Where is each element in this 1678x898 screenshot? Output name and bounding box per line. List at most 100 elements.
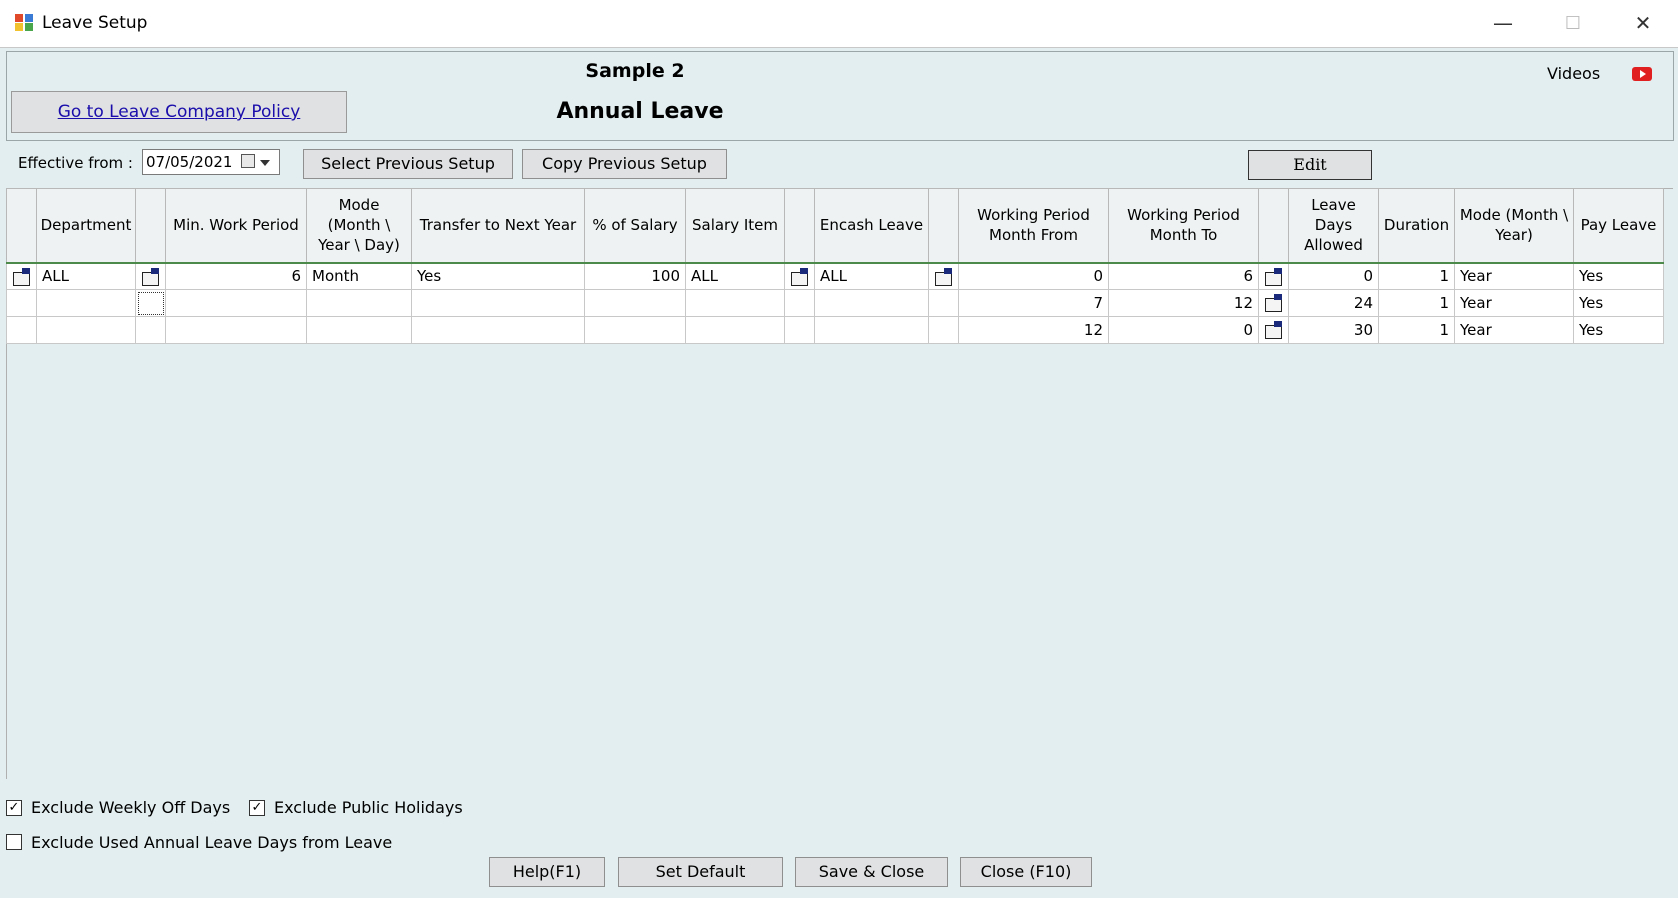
department-picker[interactable] xyxy=(135,289,166,317)
cell-leave-days[interactable]: 30 xyxy=(1288,316,1379,344)
chevron-down-icon[interactable] xyxy=(260,160,270,166)
lookup-icon[interactable] xyxy=(790,267,810,286)
header-pct-salary[interactable]: % of Salary xyxy=(584,188,686,263)
cell-salary-item[interactable] xyxy=(685,316,785,344)
cell-department[interactable] xyxy=(36,316,136,344)
salary-item-picker[interactable] xyxy=(784,261,815,290)
cell-salary-item[interactable]: ALL xyxy=(685,261,785,290)
cell-wp-from[interactable]: 0 xyxy=(958,261,1109,290)
department-picker[interactable] xyxy=(135,261,166,290)
cell-transfer[interactable]: Yes xyxy=(411,261,585,290)
exclude-used-annual-label[interactable]: Exclude Used Annual Leave Days from Leav… xyxy=(31,833,392,852)
cell-leave-days[interactable]: 0 xyxy=(1288,261,1379,290)
save-close-button[interactable]: Save & Close xyxy=(795,857,948,887)
table-row[interactable]: ALL 6 Month Yes 100 ALL ALL 0 6 0 1 Year… xyxy=(6,261,1664,290)
cell-encash[interactable]: ALL xyxy=(814,261,929,290)
header-mode-my[interactable]: Mode (Month \ Year) xyxy=(1454,188,1574,263)
salary-item-picker[interactable] xyxy=(784,289,815,317)
close-window-button[interactable]: ✕ xyxy=(1608,0,1678,47)
exclude-public-holidays-label[interactable]: Exclude Public Holidays xyxy=(274,798,463,817)
header-encash[interactable]: Encash Leave xyxy=(814,188,929,263)
table-row[interactable]: 7 12 24 1 Year Yes xyxy=(6,289,1664,317)
lookup-icon[interactable] xyxy=(1264,321,1284,340)
cell-duration[interactable]: 1 xyxy=(1378,316,1455,344)
row-selector[interactable] xyxy=(6,316,37,344)
cell-duration[interactable]: 1 xyxy=(1378,261,1455,290)
select-previous-setup-button[interactable]: Select Previous Setup xyxy=(303,149,513,179)
header-wp-to[interactable]: Working Period Month To xyxy=(1108,188,1259,263)
table-row[interactable]: 12 0 30 1 Year Yes xyxy=(6,316,1664,344)
salary-item-picker[interactable] xyxy=(784,316,815,344)
header-salary-item[interactable]: Salary Item xyxy=(685,188,785,263)
header-min-work-period[interactable]: Min. Work Period xyxy=(165,188,307,263)
row-selector[interactable] xyxy=(6,261,37,290)
cell-encash[interactable] xyxy=(814,316,929,344)
edit-button[interactable]: Edit xyxy=(1248,150,1372,180)
cell-wp-to[interactable]: 6 xyxy=(1108,261,1259,290)
cell-department[interactable]: ALL xyxy=(36,261,136,290)
lookup-icon[interactable] xyxy=(1264,267,1284,286)
cell-mode-my[interactable]: Year xyxy=(1454,316,1574,344)
slab-picker[interactable] xyxy=(1258,289,1289,317)
cell-pay-leave[interactable]: Yes xyxy=(1573,289,1664,317)
cell-department[interactable] xyxy=(36,289,136,317)
help-button[interactable]: Help(F1) xyxy=(489,857,605,887)
cell-wp-to[interactable]: 0 xyxy=(1108,316,1259,344)
cell-transfer[interactable] xyxy=(411,289,585,317)
cell-mode-my[interactable]: Year xyxy=(1454,261,1574,290)
set-default-button[interactable]: Set Default xyxy=(618,857,783,887)
cell-pay-leave[interactable]: Yes xyxy=(1573,261,1664,290)
cell-mode[interactable]: Month xyxy=(306,261,412,290)
cell-pct-salary[interactable] xyxy=(584,316,686,344)
header-department[interactable]: Department xyxy=(36,188,136,263)
close-button[interactable]: Close (F10) xyxy=(960,857,1092,887)
leave-company-policy-link[interactable]: Go to Leave Company Policy xyxy=(11,91,347,133)
edit-record-icon[interactable] xyxy=(12,267,32,286)
encash-picker[interactable] xyxy=(928,289,959,317)
calendar-icon[interactable] xyxy=(241,154,255,168)
cell-min-work-period[interactable] xyxy=(165,289,307,317)
effective-date-value[interactable]: 07/05/2021 xyxy=(146,153,232,171)
cell-wp-from[interactable]: 7 xyxy=(958,289,1109,317)
header-transfer[interactable]: Transfer to Next Year xyxy=(411,188,585,263)
header-wp-from[interactable]: Working Period Month From xyxy=(958,188,1109,263)
maximize-button[interactable]: ☐ xyxy=(1538,0,1608,47)
exclude-weekly-off-label[interactable]: Exclude Weekly Off Days xyxy=(31,798,230,817)
cell-min-work-period[interactable] xyxy=(165,316,307,344)
cell-encash[interactable] xyxy=(814,289,929,317)
header-pay-leave[interactable]: Pay Leave xyxy=(1573,188,1664,263)
header-mode[interactable]: Mode (Month \ Year \ Day) xyxy=(306,188,412,263)
encash-picker[interactable] xyxy=(928,316,959,344)
cell-duration[interactable]: 1 xyxy=(1378,289,1455,317)
youtube-icon[interactable] xyxy=(1632,67,1652,81)
cell-wp-from[interactable]: 12 xyxy=(958,316,1109,344)
exclude-used-annual-checkbox[interactable] xyxy=(6,834,22,850)
videos-label[interactable]: Videos xyxy=(1547,64,1600,83)
header-leave-days[interactable]: Leave Days Allowed xyxy=(1288,188,1379,263)
cell-mode-my[interactable]: Year xyxy=(1454,289,1574,317)
lookup-icon[interactable] xyxy=(934,267,954,286)
cell-mode[interactable] xyxy=(306,316,412,344)
cell-wp-to[interactable]: 12 xyxy=(1108,289,1259,317)
cell-pct-salary[interactable] xyxy=(584,289,686,317)
encash-picker[interactable] xyxy=(928,261,959,290)
cell-transfer[interactable] xyxy=(411,316,585,344)
cell-pct-salary[interactable]: 100 xyxy=(584,261,686,290)
cell-min-work-period[interactable]: 6 xyxy=(165,261,307,290)
minimize-button[interactable]: — xyxy=(1468,0,1538,47)
lookup-icon[interactable] xyxy=(1264,294,1284,313)
header-duration[interactable]: Duration xyxy=(1378,188,1455,263)
slab-picker[interactable] xyxy=(1258,261,1289,290)
copy-previous-setup-button[interactable]: Copy Previous Setup xyxy=(522,149,727,179)
lookup-icon[interactable] xyxy=(141,267,161,286)
slab-picker[interactable] xyxy=(1258,316,1289,344)
row-selector[interactable] xyxy=(6,289,37,317)
header-slab-picker xyxy=(1258,188,1289,263)
cell-pay-leave[interactable]: Yes xyxy=(1573,316,1664,344)
cell-leave-days[interactable]: 24 xyxy=(1288,289,1379,317)
exclude-public-holidays-checkbox[interactable]: ✓ xyxy=(249,800,265,816)
department-picker[interactable] xyxy=(135,316,166,344)
exclude-weekly-off-checkbox[interactable]: ✓ xyxy=(6,800,22,816)
cell-salary-item[interactable] xyxy=(685,289,785,317)
cell-mode[interactable] xyxy=(306,289,412,317)
